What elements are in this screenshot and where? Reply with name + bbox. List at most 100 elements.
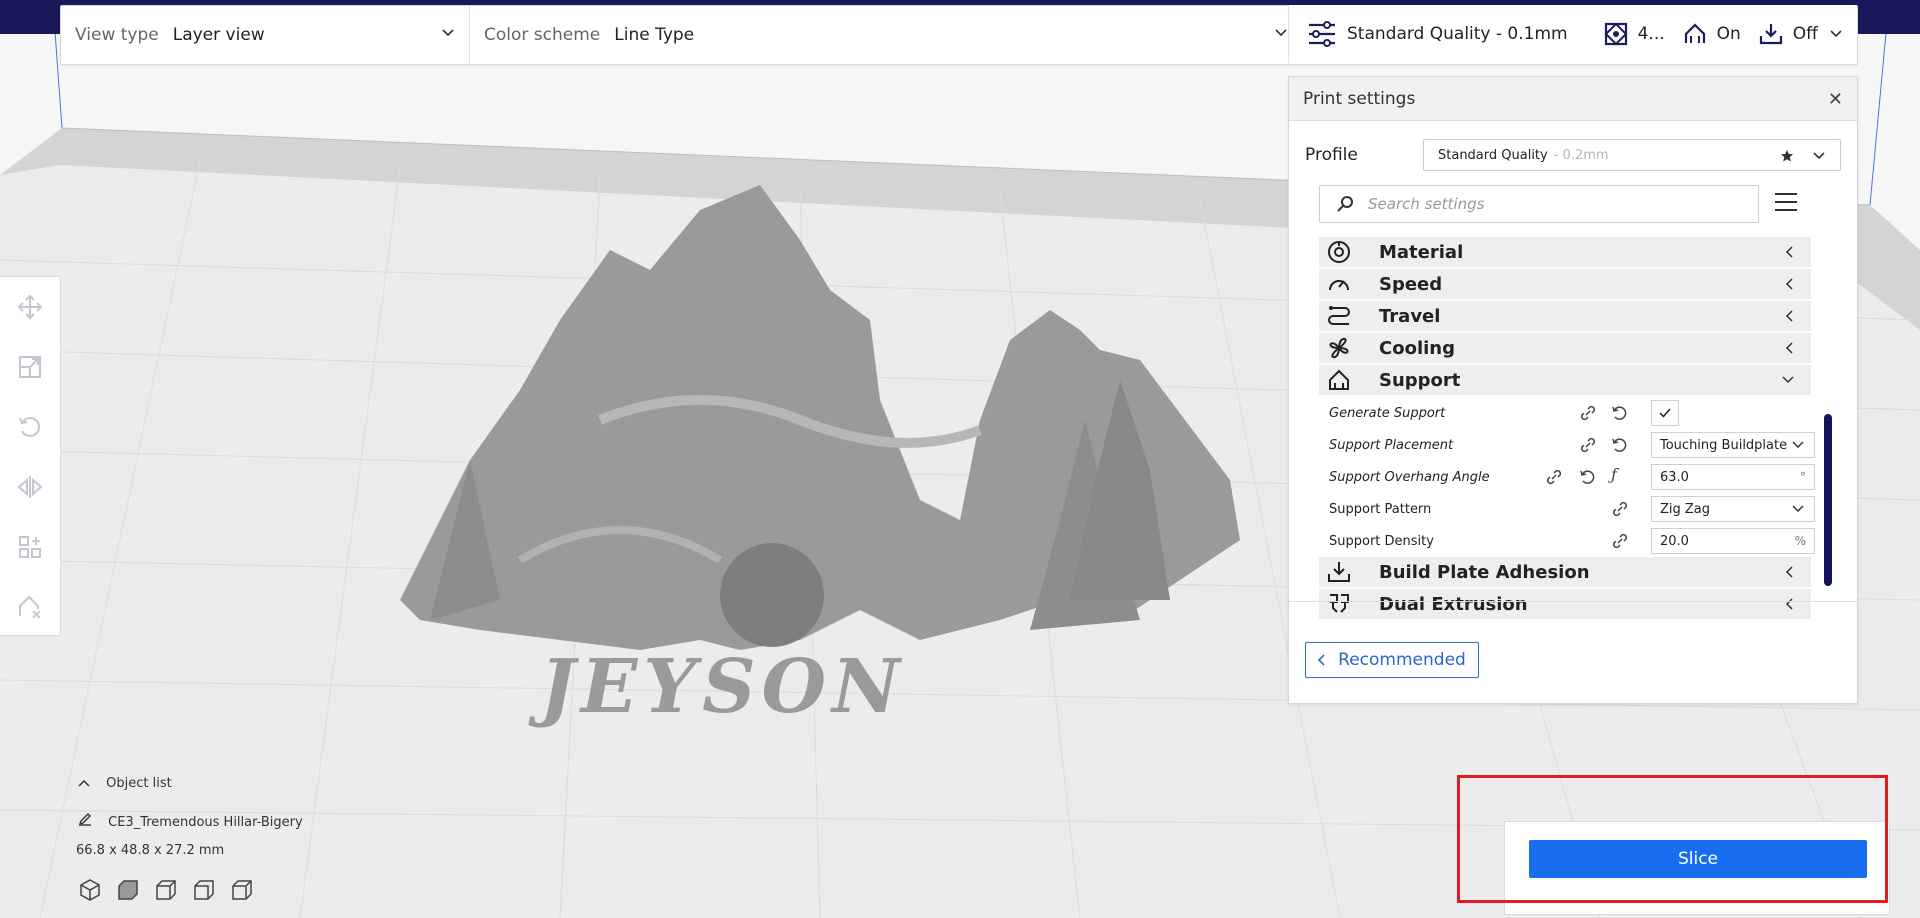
check-icon: [1659, 408, 1671, 418]
link-icon[interactable]: [1611, 501, 1629, 517]
settings-sliders-icon: [1309, 21, 1335, 47]
category-label: Build Plate Adhesion: [1379, 561, 1590, 583]
profile-label: Profile: [1305, 145, 1358, 165]
chevron-down-icon: [442, 29, 454, 37]
settings-scrollbar[interactable]: [1824, 414, 1832, 586]
search-icon: [1337, 196, 1353, 212]
settings-categories: Material Speed Travel Cooling Support Ge…: [1319, 237, 1815, 621]
support-placement-dropdown[interactable]: Touching Buildplate: [1651, 432, 1815, 458]
category-travel[interactable]: Travel: [1319, 301, 1811, 331]
chevron-down-icon: [1830, 30, 1842, 38]
per-model-settings-tool[interactable]: [0, 517, 60, 577]
support-density-input[interactable]: 20.0 %: [1651, 528, 1815, 554]
front-view-icon[interactable]: [116, 878, 140, 902]
category-label: Cooling: [1379, 337, 1455, 359]
support-blocker-icon: [19, 595, 41, 619]
category-dual-extrusion[interactable]: Dual Extrusion: [1319, 589, 1811, 619]
move-tool[interactable]: [0, 277, 60, 337]
print-setup-selector[interactable]: Standard Quality - 0.1mm 4... On Off: [1288, 5, 1857, 63]
profile-dropdown[interactable]: Standard Quality - 0.2mm: [1423, 139, 1841, 171]
support-icon: [1684, 23, 1705, 43]
pencil-icon: [78, 813, 91, 826]
reset-icon[interactable]: [1611, 405, 1627, 421]
category-material[interactable]: Material: [1319, 237, 1811, 267]
camera-view-buttons: [78, 878, 254, 902]
profile-layer-height: - 0.2mm: [1553, 147, 1609, 163]
star-icon[interactable]: [1780, 149, 1794, 163]
category-cooling[interactable]: Cooling: [1319, 333, 1811, 363]
chevron-left-icon: [1785, 566, 1793, 578]
support-pattern-dropdown[interactable]: Zig Zag: [1651, 496, 1815, 522]
reset-icon[interactable]: [1579, 469, 1595, 485]
overhang-angle-input[interactable]: 63.0 °: [1651, 464, 1815, 490]
recommended-label: Recommended: [1338, 650, 1466, 670]
category-label: Support: [1379, 369, 1461, 391]
top-view-icon[interactable]: [154, 878, 178, 902]
settings-menu-icon[interactable]: [1774, 191, 1798, 213]
print-settings-panel: Print settings ✕ Profile Standard Qualit…: [1288, 76, 1858, 704]
support-item: On: [1683, 22, 1741, 46]
cooling-icon: [1329, 337, 1349, 359]
chevron-down-icon: [1792, 505, 1804, 513]
object-list-toggle[interactable]: Object list: [78, 776, 172, 791]
color-scheme-dropdown[interactable]: Color scheme Line Type: [470, 6, 1303, 64]
adhesion-icon: [1328, 562, 1350, 582]
close-icon[interactable]: ✕: [1828, 89, 1843, 110]
view-type-value: Layer view: [172, 25, 265, 45]
chevron-down-icon: [1782, 376, 1794, 384]
left-view-icon[interactable]: [192, 878, 216, 902]
panel-divider: [1289, 601, 1857, 602]
rotate-tool[interactable]: [0, 397, 60, 457]
mirror-tool[interactable]: [0, 457, 60, 517]
function-icon[interactable]: ƒ: [1611, 465, 1617, 484]
chevron-left-icon: [1785, 598, 1793, 610]
unit-label: °: [1800, 470, 1806, 484]
link-icon[interactable]: [1579, 405, 1597, 421]
reset-icon[interactable]: [1611, 437, 1627, 453]
link-icon[interactable]: [1579, 437, 1597, 453]
support-icon: [1329, 369, 1349, 390]
category-build-plate-adhesion[interactable]: Build Plate Adhesion: [1319, 557, 1811, 587]
object-name-row[interactable]: CE3_Tremendous Hillar-Bigery: [78, 812, 303, 830]
support-blocker-tool[interactable]: [0, 577, 60, 637]
chevron-left-icon: [1785, 246, 1793, 258]
chevron-left-icon: [1785, 342, 1793, 354]
travel-icon: [1328, 306, 1350, 325]
infill-icon: [1604, 22, 1628, 46]
link-icon[interactable]: [1545, 469, 1563, 485]
infill-label: 4...: [1637, 24, 1665, 44]
mirror-icon: [17, 476, 43, 498]
adhesion-label: Off: [1792, 24, 1818, 44]
support-density-value: 20.0: [1660, 533, 1689, 549]
adhesion-icon: [1759, 24, 1782, 45]
generate-support-checkbox[interactable]: [1651, 400, 1679, 426]
move-icon: [17, 294, 43, 320]
rotate-icon: [19, 417, 41, 437]
link-icon[interactable]: [1611, 533, 1629, 549]
search-settings-input[interactable]: Search settings: [1319, 185, 1759, 223]
setting-label: Support Overhang Angle: [1329, 469, 1490, 485]
chevron-left-icon: [1785, 278, 1793, 290]
setting-label: Support Density: [1329, 533, 1434, 549]
object-list-header: Object list: [106, 776, 172, 791]
setting-support-density: Support Density 20.0 %: [1319, 525, 1815, 557]
category-label: Travel: [1379, 305, 1441, 327]
category-speed[interactable]: Speed: [1319, 269, 1811, 299]
3d-view-icon[interactable]: [78, 878, 102, 902]
left-toolbar: [0, 276, 61, 636]
chevron-down-icon: [1275, 29, 1287, 37]
object-dimensions: 66.8 x 48.8 x 27.2 mm: [76, 843, 225, 858]
scale-tool[interactable]: [0, 337, 60, 397]
highlight-box: [1457, 775, 1888, 903]
recommended-button[interactable]: Recommended: [1305, 642, 1479, 678]
adhesion-item: Off: [1759, 22, 1818, 46]
right-view-icon[interactable]: [230, 878, 254, 902]
setting-label: Support Pattern: [1329, 501, 1432, 517]
object-name: CE3_Tremendous Hillar-Bigery: [108, 815, 303, 830]
category-support[interactable]: Support: [1319, 365, 1811, 395]
setting-generate-support: Generate Support: [1319, 397, 1811, 429]
view-type-dropdown[interactable]: View type Layer view: [61, 6, 470, 64]
overhang-angle-value: 63.0: [1660, 469, 1689, 485]
chevron-left-icon: [1318, 654, 1325, 666]
panel-title: Print settings: [1303, 88, 1416, 109]
